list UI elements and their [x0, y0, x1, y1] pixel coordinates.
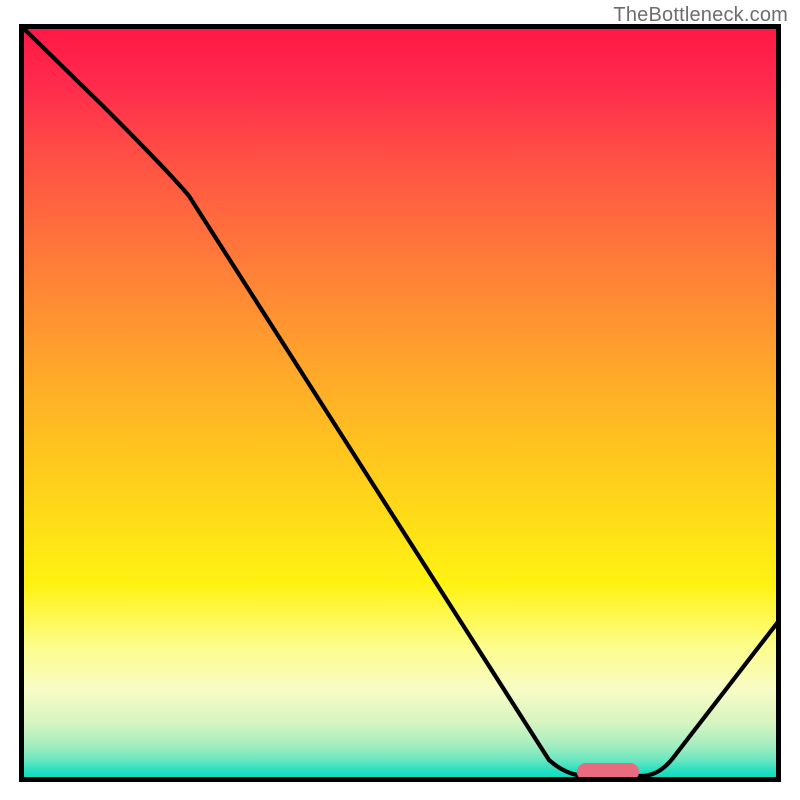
minimum-marker	[577, 763, 639, 781]
bottleneck-curve	[19, 24, 781, 776]
chart-container: TheBottleneck.com	[0, 0, 800, 800]
watermark-text: TheBottleneck.com	[613, 4, 788, 27]
curve-svg	[19, 24, 781, 782]
plot-area	[19, 24, 781, 782]
